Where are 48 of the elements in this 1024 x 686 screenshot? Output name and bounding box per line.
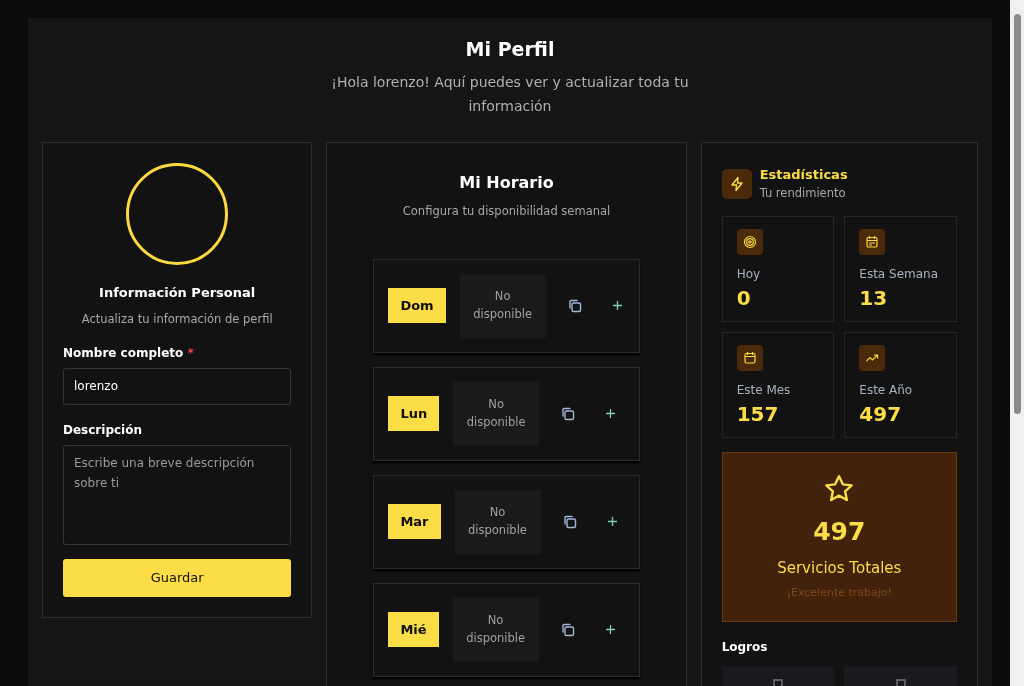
stat-value: 0 <box>736 285 752 313</box>
calendar-icon <box>859 229 886 256</box>
availability-status: No disponible <box>453 381 540 446</box>
stat-label: Esta Semana <box>859 266 940 284</box>
availability-status: No disponible <box>459 273 546 338</box>
scrollbar[interactable] <box>1010 0 1024 686</box>
day-label: Mar <box>388 503 441 540</box>
field-label: Descripción <box>63 422 143 440</box>
stats-subtitle: Tu rendimiento <box>759 184 847 202</box>
stat-value: 497 <box>859 401 903 429</box>
stat-value: 13 <box>859 285 889 313</box>
copy-icon[interactable] <box>567 298 582 313</box>
day-label: Lun <box>388 395 440 432</box>
section-subtitle: Actualiza tu información de perfil <box>80 310 274 328</box>
schedule-subtitle: Configura tu disponibilidad semanal <box>401 203 612 221</box>
stat-value: 157 <box>736 401 780 429</box>
copy-icon[interactable] <box>560 622 575 637</box>
target-icon <box>736 229 763 256</box>
copy-icon[interactable] <box>561 406 576 421</box>
achievements-title: Logros <box>721 639 769 657</box>
section-title: Información Personal <box>98 284 257 303</box>
schedule-title: Mi Horario <box>458 172 555 195</box>
add-icon[interactable] <box>605 408 617 420</box>
description-input[interactable]: Escribe una breve descripción sobre ti <box>63 445 292 546</box>
lightning-icon <box>721 168 752 199</box>
save-button[interactable]: Guardar <box>63 559 292 597</box>
copy-icon[interactable] <box>562 514 577 529</box>
stat-label: Este Año <box>859 382 914 400</box>
add-icon[interactable] <box>611 300 623 312</box>
total-label: Servicios Totales <box>777 557 902 579</box>
total-note: ¡Excelente trabajo! <box>786 585 892 602</box>
stat-label: Este Mes <box>736 382 792 400</box>
availability-status: No disponible <box>452 597 539 662</box>
total-value: 497 <box>813 516 866 549</box>
page-subtitle: ¡Hola lorenzo! Aquí puedes ver y actualizar toda tu información <box>330 72 690 116</box>
calendar-icon <box>736 345 763 372</box>
add-icon[interactable] <box>606 516 618 528</box>
page-title: Mi Perfil <box>464 38 556 61</box>
day-label: Mié <box>388 611 439 648</box>
day-label: Dom <box>388 287 446 324</box>
required-mark: * <box>187 346 194 361</box>
field-label: Nombre completo <box>63 346 184 361</box>
availability-status: No disponible <box>454 489 541 554</box>
stat-label: Hoy <box>736 266 762 284</box>
trend-up-icon <box>859 345 886 372</box>
name-input[interactable]: lorenzo <box>63 368 292 406</box>
add-icon[interactable] <box>604 624 616 636</box>
stats-title: Estadísticas <box>759 166 848 185</box>
